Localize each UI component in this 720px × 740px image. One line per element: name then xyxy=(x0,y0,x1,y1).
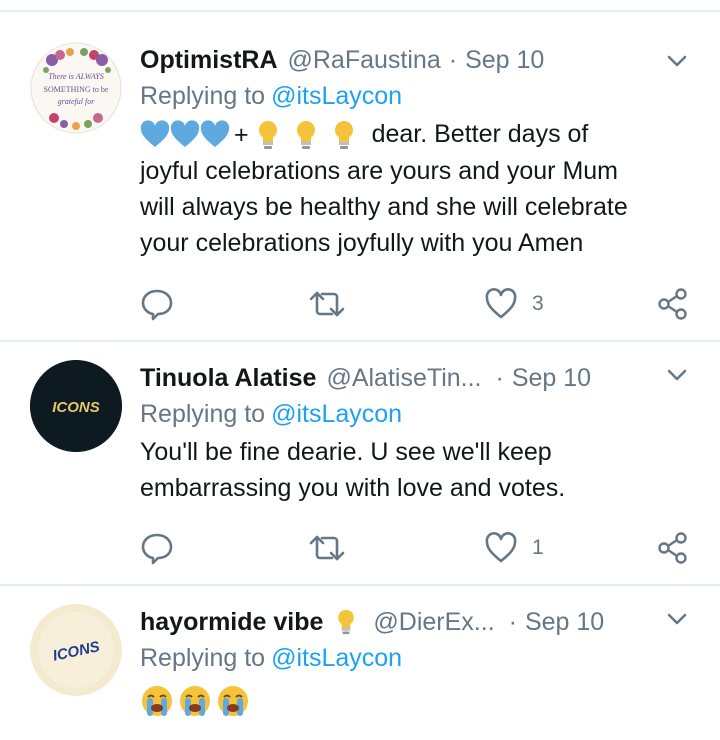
tweet-2[interactable]: ICONS Tinuola Alatise @AlatiseTin... · S… xyxy=(0,342,720,584)
tweet-3[interactable]: ICONS hayormide vibe @DierEx... · Sep 10… xyxy=(0,586,720,740)
replying-to-label: Replying to xyxy=(140,644,266,672)
display-name[interactable]: hayormide vibe xyxy=(140,608,323,637)
like-count: 3 xyxy=(532,292,544,315)
separator-dot: · xyxy=(448,45,458,74)
tweet-header: OptimistRA @RaFaustina · Sep 10 xyxy=(140,42,700,78)
blue-heart-emoji xyxy=(200,120,230,148)
replying-to-handle[interactable]: @itsLaycon xyxy=(271,82,402,110)
tweet-actions: 3 xyxy=(140,284,700,324)
retweet-icon xyxy=(309,291,345,317)
svg-text:grateful for: grateful for xyxy=(58,97,96,106)
tweet-content: Tinuola Alatise @AlatiseTin... · Sep 10 … xyxy=(140,360,700,506)
tweet-header: Tinuola Alatise @AlatiseTin... · Sep 10 xyxy=(140,360,700,396)
like-icon xyxy=(485,288,517,319)
avatar[interactable]: ICONS xyxy=(30,360,122,452)
crying-emojis xyxy=(140,684,250,718)
reply-icon xyxy=(141,289,173,321)
svg-text:There is ALWAYS: There is ALWAYS xyxy=(48,72,104,81)
retweet-icon xyxy=(309,535,345,561)
top-divider xyxy=(0,10,720,12)
replying-to-handle[interactable]: @itsLaycon xyxy=(271,644,402,672)
like-button[interactable]: 3 xyxy=(484,284,544,324)
name-emoji xyxy=(333,607,359,637)
reply-button[interactable] xyxy=(140,284,174,324)
chevron-down-icon[interactable] xyxy=(662,46,692,76)
share-button[interactable] xyxy=(656,284,690,324)
like-button[interactable]: 1 xyxy=(484,528,544,568)
light-bulb-emoji xyxy=(258,121,277,150)
tweet-text xyxy=(140,678,700,718)
svg-text:SOMETHING to be: SOMETHING to be xyxy=(44,85,109,94)
tweet-text-first-line: dear. Better days of xyxy=(371,120,589,148)
avatar-image: ICONS xyxy=(30,360,122,452)
replying-to-handle[interactable]: @itsLaycon xyxy=(271,400,402,428)
retweet-button[interactable] xyxy=(308,284,346,324)
replying-to-label: Replying to xyxy=(140,82,266,110)
light-bulb-emoji xyxy=(296,121,315,150)
chevron-down-icon[interactable] xyxy=(662,360,692,390)
share-button[interactable] xyxy=(656,528,690,568)
avatar-image: There is ALWAYS SOMETHING to be grateful… xyxy=(30,42,122,134)
emoji-prefix: + xyxy=(140,117,359,153)
crying-face-emoji xyxy=(218,686,248,716)
tweet-text-line: joyful celebrations are yours and your M… xyxy=(140,157,619,186)
svg-text:ICONS: ICONS xyxy=(52,399,100,416)
avatar-image: ICONS xyxy=(30,604,122,696)
chevron-down-icon[interactable] xyxy=(662,604,692,634)
crying-face-emoji xyxy=(180,686,210,716)
share-icon xyxy=(658,532,687,564)
light-bulb-emoji xyxy=(334,121,353,150)
tweet-text-line: embarrassing you with love and votes. xyxy=(140,474,566,502)
tweet-text-line: You'll be fine dearie. U see we'll keep xyxy=(140,438,552,466)
tweet-text: You'll be fine dearie. U see we'll keep … xyxy=(140,434,700,506)
separator-dot: · xyxy=(508,607,517,636)
blue-heart-emoji xyxy=(140,120,170,148)
avatar[interactable]: There is ALWAYS SOMETHING to be grateful… xyxy=(30,42,122,134)
share-icon xyxy=(658,288,687,320)
tweet-date[interactable]: Sep 10 xyxy=(465,46,544,75)
user-handle[interactable]: @RaFaustina xyxy=(288,46,441,75)
plus-sign: + xyxy=(234,121,249,150)
avatar[interactable]: ICONS xyxy=(30,604,122,696)
tweet-text: + dear. Better days of joyful celebratio… xyxy=(140,116,700,261)
replying-to-line: Replying to @itsLaycon xyxy=(140,644,700,678)
crying-face-emoji xyxy=(142,686,172,716)
display-name[interactable]: Tinuola Alatise xyxy=(140,364,316,393)
reply-button[interactable] xyxy=(140,528,174,568)
tweet-text-line: your celebrations joyfully with you Amen xyxy=(140,229,584,258)
display-name[interactable]: OptimistRA xyxy=(140,46,278,75)
reply-icon xyxy=(141,533,173,565)
retweet-button[interactable] xyxy=(308,528,346,568)
tweet-header: hayormide vibe @DierEx... · Sep 10 xyxy=(140,604,700,640)
tweet-actions: 1 xyxy=(140,528,700,568)
replying-to-line: Replying to @itsLaycon xyxy=(140,400,700,434)
light-bulb-emoji xyxy=(338,609,355,635)
replying-to-line: Replying to @itsLaycon xyxy=(140,82,700,116)
like-icon xyxy=(485,532,517,563)
user-handle[interactable]: @AlatiseTin... xyxy=(326,364,481,393)
like-count: 1 xyxy=(532,536,544,559)
replying-to-label: Replying to xyxy=(140,400,266,428)
tweet-1[interactable]: There is ALWAYS SOMETHING to be grateful… xyxy=(0,24,720,340)
tweet-date[interactable]: Sep 10 xyxy=(512,364,591,393)
tweet-content: hayormide vibe @DierEx... · Sep 10 Reply… xyxy=(140,604,700,718)
blue-heart-emoji xyxy=(170,120,200,148)
tweet-date[interactable]: Sep 10 xyxy=(525,608,604,637)
user-handle[interactable]: @DierEx... xyxy=(373,608,494,637)
tweet-content: OptimistRA @RaFaustina · Sep 10 Replying… xyxy=(140,42,700,261)
separator-dot: · xyxy=(495,363,504,392)
tweet-text-line: will always be healthy and she will cele… xyxy=(140,193,628,222)
